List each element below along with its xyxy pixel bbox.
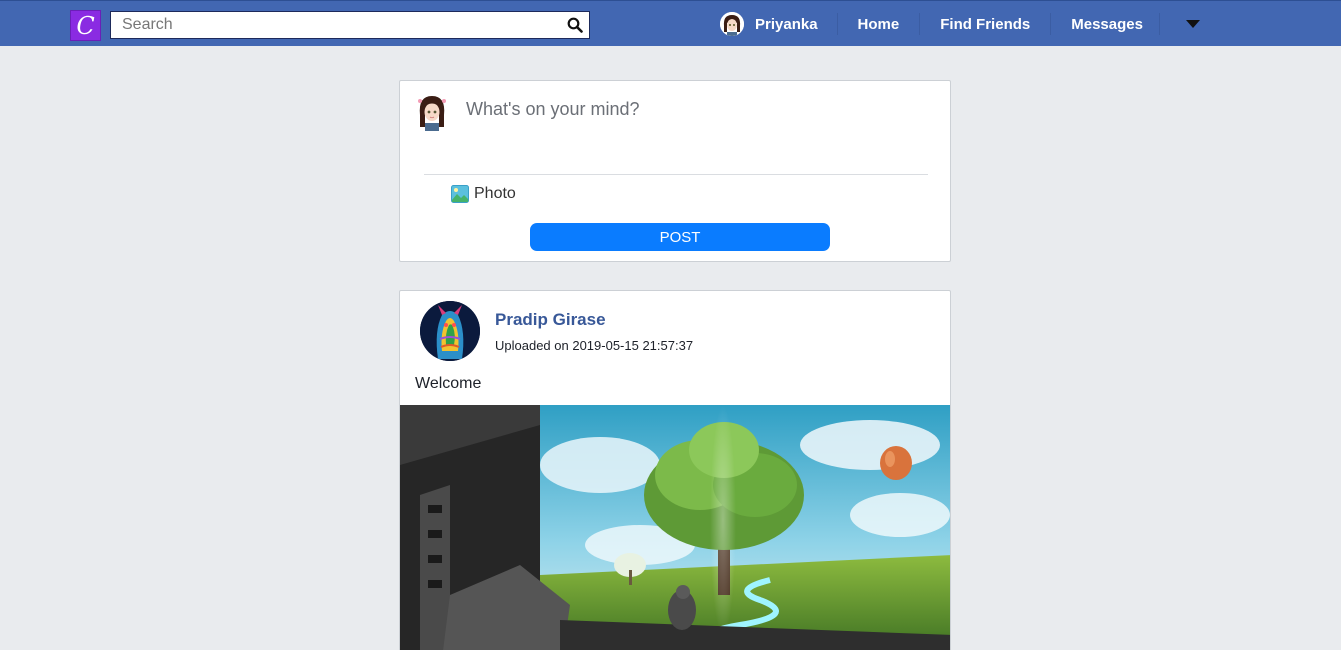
composer-divider [424, 174, 928, 175]
app-logo[interactable]: C [70, 10, 101, 41]
post-button[interactable]: POST [530, 223, 830, 251]
top-navbar: C Priyanka [0, 0, 1341, 46]
post-text: Welcome [415, 375, 482, 392]
nav-home-label: Home [857, 15, 900, 33]
search-input[interactable] [111, 12, 561, 38]
author-avatar[interactable] [420, 301, 480, 361]
caret-down-icon[interactable] [1185, 20, 1200, 28]
nav-find-friends[interactable]: Find Friends [920, 13, 1052, 35]
user-avatar [720, 12, 744, 36]
post-author-name[interactable]: Pradip Girase [495, 310, 606, 330]
nav-user-name: Priyanka [755, 15, 818, 33]
photo-icon [451, 185, 469, 203]
logo-letter: C [76, 11, 95, 40]
nav-links: Priyanka Home Find Friends Messages [718, 1, 1200, 47]
nav-messages[interactable]: Messages [1051, 13, 1160, 35]
composer-avatar [415, 91, 449, 131]
status-input[interactable]: What's on your mind? [466, 99, 640, 120]
post-image[interactable] [400, 405, 950, 650]
search-icon[interactable] [561, 12, 589, 38]
nav-home[interactable]: Home [838, 13, 921, 35]
photo-label: Photo [474, 185, 516, 202]
post-timestamp: Uploaded on 2019-05-15 21:57:37 [495, 338, 694, 353]
feed-post: Pradip Girase Uploaded on 2019-05-15 21:… [399, 290, 951, 650]
add-photo-button[interactable]: Photo [451, 185, 516, 203]
search-box [110, 11, 590, 39]
nav-profile-link[interactable]: Priyanka [718, 12, 838, 36]
nav-find-friends-label: Find Friends [940, 15, 1031, 33]
nav-messages-label: Messages [1071, 15, 1143, 33]
post-composer: What's on your mind? Photo POST [399, 80, 951, 262]
